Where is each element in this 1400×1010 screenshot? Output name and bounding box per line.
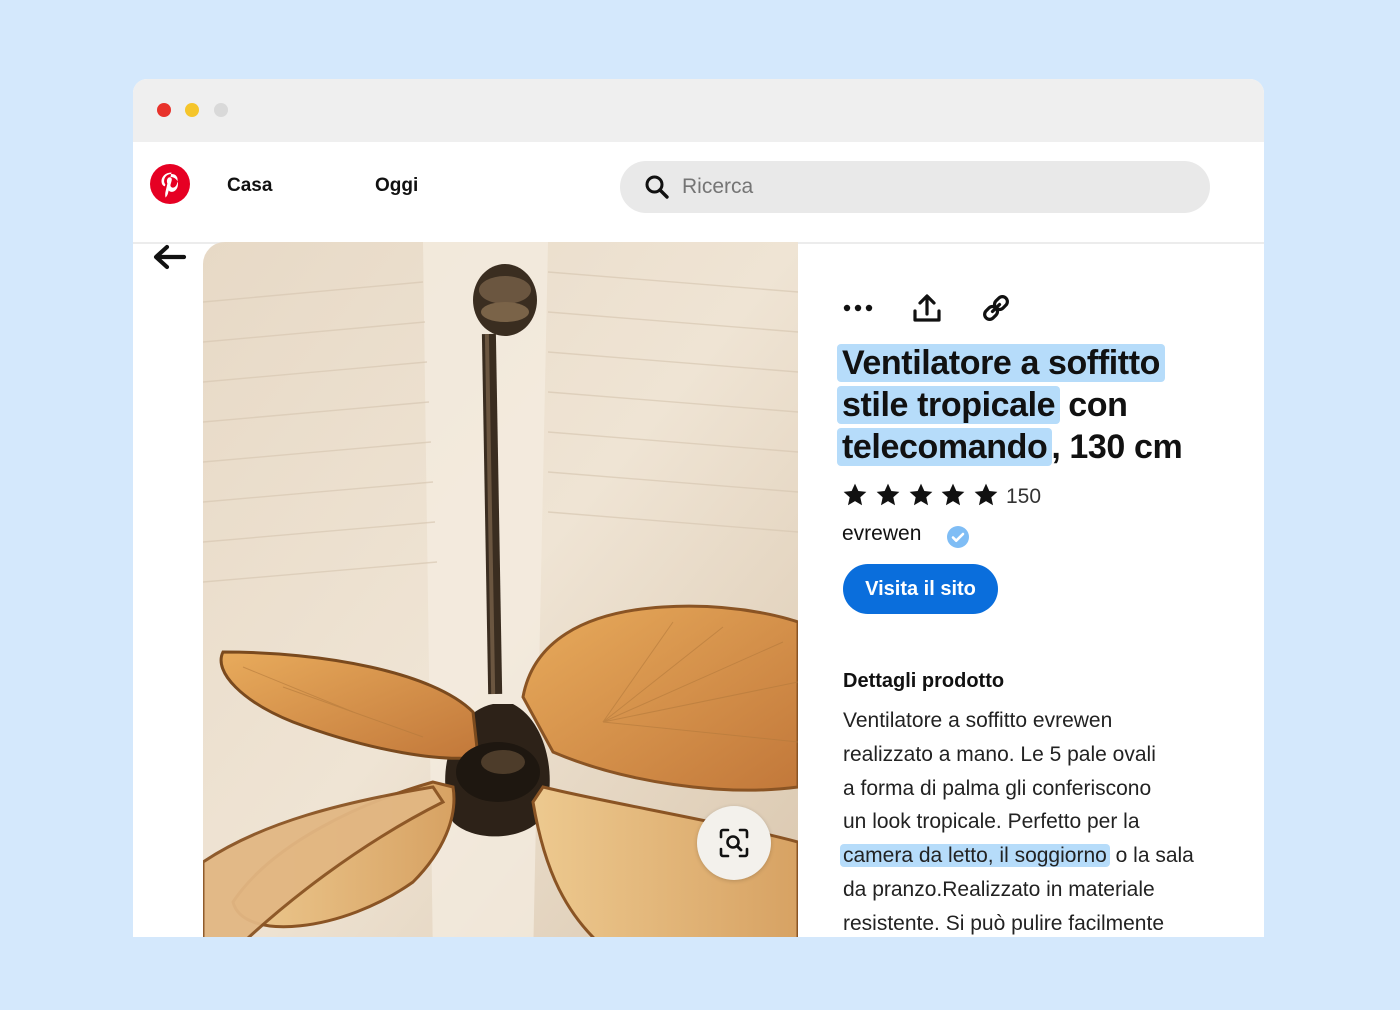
description-line: a forma di palma gli conferiscono xyxy=(843,776,1152,800)
search-icon xyxy=(645,175,669,199)
star-icon xyxy=(909,483,932,506)
description-line: realizzato a mano. Le 5 pale ovali xyxy=(843,742,1156,766)
rating-stars xyxy=(842,482,1006,512)
title-text-3: , 130 cm xyxy=(1051,428,1183,466)
description-line: un look tropicale. Perfetto per la xyxy=(843,810,1140,834)
search-bar[interactable] xyxy=(620,161,1210,213)
pin-detail-panel: Ventilatore a soffitto stile tropicale co… xyxy=(798,242,1264,937)
star-icon xyxy=(843,483,867,506)
title-text-2: con xyxy=(1059,386,1128,424)
nav-link-oggi[interactable]: Oggi xyxy=(375,175,418,197)
description-line-rest: o la sala xyxy=(1109,844,1194,868)
description-highlight: camera da letto, il soggiorno xyxy=(840,844,1110,868)
visit-site-button[interactable]: Visita il sito xyxy=(843,564,998,614)
rating-count[interactable]: 150 xyxy=(1006,485,1041,509)
description-line: camera da letto, il soggiorno o la sala xyxy=(840,839,1253,873)
product-description: Ventilatore a soffitto evrewen realizzat… xyxy=(840,704,1253,937)
product-title: Ventilatore a soffitto stile tropicale co… xyxy=(837,342,1258,468)
product-image[interactable] xyxy=(203,242,798,937)
visual-search-icon xyxy=(719,828,749,858)
minimize-window-button[interactable] xyxy=(185,103,199,117)
author-name[interactable]: evrewen xyxy=(842,522,921,546)
verified-badge-icon xyxy=(947,526,969,548)
star-icon xyxy=(876,483,900,506)
more-icon[interactable] xyxy=(842,292,874,324)
description-line: resistente. Si può pulire facilmente xyxy=(843,911,1164,935)
back-arrow-icon[interactable] xyxy=(151,242,187,272)
link-icon[interactable] xyxy=(980,292,1012,324)
nav-link-casa[interactable]: Casa xyxy=(227,175,272,197)
search-input[interactable] xyxy=(682,161,1182,213)
details-heading: Dettagli prodotto xyxy=(843,670,1005,692)
title-highlight-3: telecomando xyxy=(837,428,1053,466)
close-window-button[interactable] xyxy=(157,103,171,117)
share-icon[interactable] xyxy=(911,292,943,324)
title-highlight-1: Ventilatore a soffitto xyxy=(837,344,1166,382)
description-line: Ventilatore a soffitto evrewen xyxy=(843,709,1113,732)
top-nav: Casa Oggi xyxy=(133,142,1264,244)
star-icon xyxy=(974,483,998,506)
browser-window: Casa Oggi Ricerca Ventilatore a soffitto… xyxy=(133,79,1264,937)
description-line: da pranzo.Realizzato in materiale xyxy=(843,877,1155,901)
star-icon xyxy=(942,483,965,506)
maximize-window-button[interactable] xyxy=(214,103,228,117)
title-bar xyxy=(133,79,1264,142)
title-highlight-2: stile tropicale xyxy=(837,386,1061,424)
pinterest-logo-icon[interactable] xyxy=(150,164,190,204)
visual-search-button[interactable] xyxy=(697,806,771,880)
